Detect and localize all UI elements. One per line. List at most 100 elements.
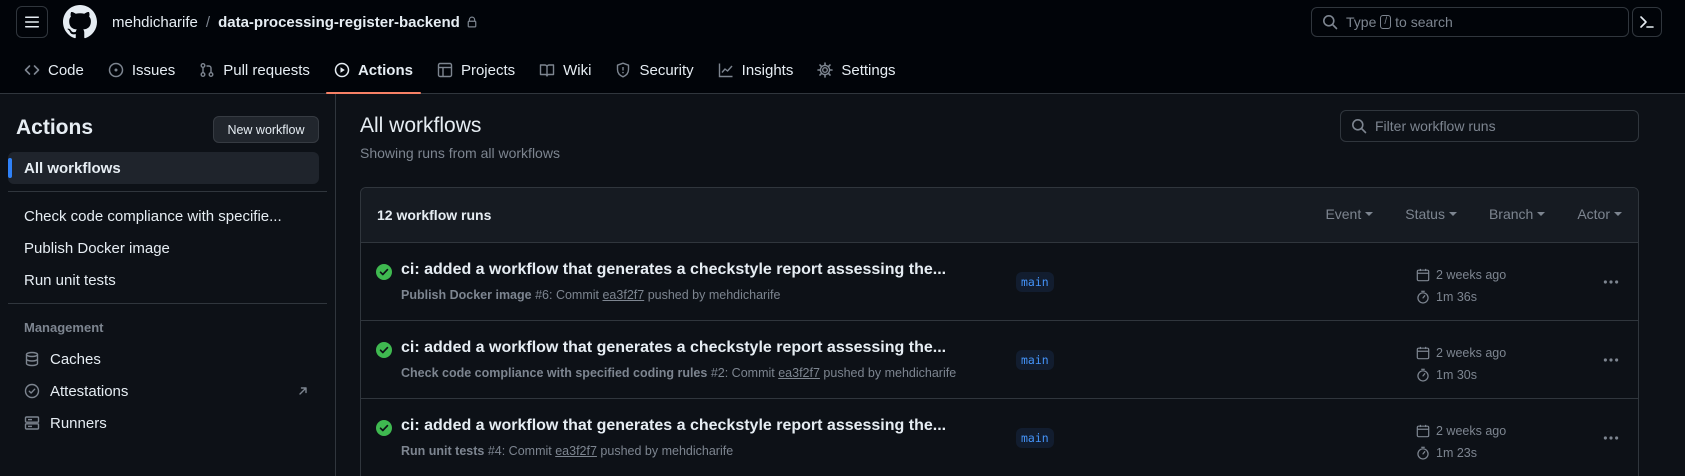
graph-icon [718,62,734,78]
caret-down-icon [1537,212,1546,216]
management-heading: Management [24,320,104,335]
calendar-icon [1416,346,1430,360]
sidebar-title: Actions [16,116,94,139]
play-icon [334,62,350,78]
kebab-horizontal-icon[interactable] [1602,273,1620,291]
workflow-run-row[interactable]: ci: added a workflow that generates a ch… [361,321,1638,399]
breadcrumb-repo[interactable]: data-processing-register-backend [218,14,460,31]
issue-opened-icon [108,62,124,78]
branch-label[interactable]: main [1016,272,1054,292]
run-date: 2 weeks ago [1436,424,1507,438]
repo-tabs: Code Issues Pull requests Actions Projec… [16,54,912,94]
sidebar-item-caches[interactable]: Caches [8,343,319,375]
book-icon [539,62,555,78]
commit-sha-link[interactable]: ea3f2f7 [778,366,820,380]
kebab-horizontal-icon[interactable] [1602,351,1620,369]
code-icon [24,62,40,78]
run-date: 2 weeks ago [1436,268,1507,282]
tab-actions[interactable]: Actions [325,54,421,94]
status-filter-dropdown[interactable]: Status [1405,206,1457,222]
tab-issues[interactable]: Issues [100,54,183,86]
commit-sha-link[interactable]: ea3f2f7 [602,288,644,302]
run-meta: Run unit tests #4: Commit ea3f2f7 pushed… [401,444,733,458]
tab-projects-label: Projects [460,61,516,79]
branch-label[interactable]: main [1016,350,1054,370]
caret-down-icon [1614,212,1622,216]
stopwatch-icon [1417,290,1429,304]
tab-code[interactable]: Code [16,54,92,86]
database-icon [24,351,40,367]
run-timing: 2 weeks ago 1m 23s [1416,420,1506,464]
github-logo-icon[interactable] [63,5,97,39]
run-workflow-name: Check code compliance with specified cod… [401,366,708,380]
tab-security[interactable]: Security [607,54,701,86]
tab-settings[interactable]: Settings [809,54,903,86]
breadcrumb-owner[interactable]: mehdicharife [112,14,198,31]
check-circle-fill-icon [376,420,392,436]
sidebar-item-label: Publish Docker image [24,239,170,257]
actions-sidebar: Actions New workflow All workflows Check… [0,94,336,476]
page-title: All workflows [360,114,482,137]
tab-insights[interactable]: Insights [710,54,802,86]
run-number: #6: Commit [535,288,599,302]
run-timing: 2 weeks ago 1m 36s [1416,264,1506,308]
search-prefix: Type [1346,14,1377,30]
tab-security-label: Security [639,61,694,79]
runs-count: 12 workflow runs [377,207,492,223]
run-title-link[interactable]: ci: added a workflow that generates a ch… [401,339,946,357]
tab-wiki[interactable]: Wiki [531,54,599,86]
global-search-input[interactable]: Type / to search [1311,7,1629,37]
sidebar-item-attestations[interactable]: Attestations [8,375,319,407]
run-workflow-name: Run unit tests [401,444,485,458]
hamburger-icon [25,16,39,28]
new-workflow-button[interactable]: New workflow [213,116,319,143]
stopwatch-icon [1417,446,1429,460]
branch-filter-dropdown[interactable]: Branch [1489,206,1546,222]
sidebar-item-runners[interactable]: Runners [8,407,319,439]
git-pull-request-icon [199,62,215,78]
sidebar-item-label: Run unit tests [24,271,116,289]
actor-filter-dropdown[interactable]: Actor [1577,206,1622,222]
tab-wiki-label: Wiki [563,61,592,79]
event-filter-dropdown[interactable]: Event [1325,206,1374,222]
tab-code-label: Code [48,61,84,79]
run-title-link[interactable]: ci: added a workflow that generates a ch… [401,261,946,279]
actor-filter-label: Actor [1577,206,1610,222]
command-palette-button[interactable] [1632,7,1662,37]
tab-pull-requests-label: Pull requests [223,61,310,79]
sidebar-item-all-workflows[interactable]: All workflows [8,152,319,184]
filter-runs-input[interactable]: Filter workflow runs [1340,110,1639,142]
calendar-icon [1416,268,1430,282]
run-title-link[interactable]: ci: added a workflow that generates a ch… [401,417,946,435]
stopwatch-icon [1417,368,1429,382]
run-pushed-by: pushed by mehdicharife [600,444,734,458]
menu-button[interactable] [16,6,48,38]
sidebar-item-label: Attestations [50,382,129,400]
gear-icon [817,62,834,78]
sidebar-item-workflow[interactable]: Publish Docker image [8,232,319,264]
run-duration: 1m 36s [1436,290,1477,304]
run-meta: Publish Docker image #6: Commit ea3f2f7 … [401,288,780,302]
sidebar-item-label: Runners [50,414,107,432]
lock-icon [466,16,478,28]
workflow-run-row[interactable]: ci: added a workflow that generates a ch… [361,243,1638,321]
tab-projects[interactable]: Projects [429,54,523,86]
commit-sha-link[interactable]: ea3f2f7 [555,444,597,458]
sidebar-item-label: All workflows [24,159,121,177]
caret-down-icon [1365,212,1374,216]
link-external-icon [297,385,309,397]
kebab-horizontal-icon[interactable] [1602,429,1620,447]
search-icon [1322,14,1338,30]
branch-label[interactable]: main [1016,428,1054,448]
check-circle-fill-icon [376,264,392,280]
search-icon [1351,118,1367,134]
calendar-icon [1416,424,1430,438]
workflow-run-row[interactable]: ci: added a workflow that generates a ch… [361,399,1638,476]
caret-down-icon [1448,212,1457,216]
tab-actions-label: Actions [357,61,413,79]
sidebar-item-workflow[interactable]: Check code compliance with specifie... [8,200,319,232]
breadcrumb-separator: / [205,13,211,31]
sidebar-item-workflow[interactable]: Run unit tests [8,264,319,296]
run-meta: Check code compliance with specified cod… [401,366,956,380]
tab-pull-requests[interactable]: Pull requests [191,54,318,86]
